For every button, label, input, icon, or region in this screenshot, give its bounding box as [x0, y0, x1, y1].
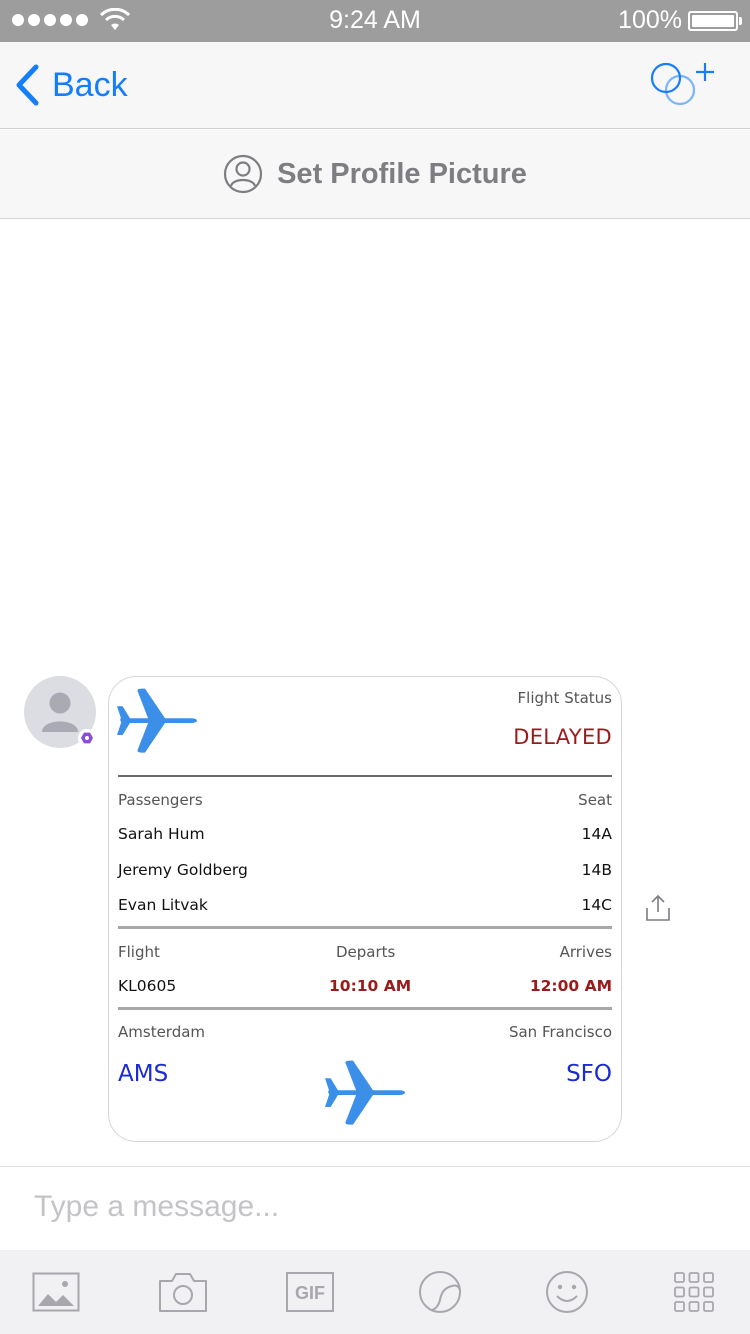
share-button[interactable] [645, 894, 671, 922]
battery-icon [688, 11, 742, 31]
message-composer [0, 1166, 750, 1250]
bot-badge-icon [78, 729, 96, 747]
passenger-name: Jeremy Goldberg [118, 861, 248, 879]
passengers-header: Passengers [118, 791, 203, 809]
origin-city: Amsterdam [118, 1023, 206, 1041]
seat-header: Seat [578, 791, 612, 809]
camera-button[interactable] [158, 1271, 208, 1313]
gif-button[interactable]: GIF [285, 1271, 335, 1313]
set-profile-picture-label: Set Profile Picture [277, 157, 527, 190]
nav-bar: Back [0, 42, 750, 129]
camera-icon [159, 1273, 207, 1312]
composer-toolbar: GIF [0, 1250, 750, 1334]
apps-button[interactable] [669, 1271, 719, 1313]
back-button[interactable]: Back [14, 62, 128, 108]
sticker-icon [419, 1270, 461, 1313]
flight-status-value: DELAYED [513, 725, 612, 749]
back-label: Back [52, 65, 128, 104]
set-profile-picture-button[interactable]: Set Profile Picture [223, 154, 527, 194]
origin-code: AMS [118, 1061, 169, 1087]
passenger-seat: 14A [581, 825, 612, 843]
message-input[interactable] [34, 1185, 714, 1229]
destination-code: SFO [566, 1061, 612, 1087]
departure-time: 10:10 AM [329, 977, 412, 995]
gif-label: GIF [295, 1283, 325, 1303]
passenger-name: Evan Litvak [118, 896, 208, 914]
flight-number: KL0605 [118, 977, 177, 995]
flight-status-label: Flight Status [517, 689, 612, 707]
flight-status-card[interactable]: Flight Status DELAYED Passengers Seat Sa… [108, 676, 622, 1142]
divider [118, 1007, 612, 1010]
share-icon [646, 894, 670, 921]
airplane-icon [117, 688, 197, 753]
profile-icon [223, 154, 263, 194]
battery-percent: 100% [618, 6, 682, 34]
arrives-header: Arrives [559, 943, 612, 961]
emoji-icon [546, 1271, 588, 1313]
gif-icon: GIF [286, 1272, 334, 1312]
status-bar: 9:24 AM 100% [0, 0, 750, 42]
passenger-seat: 14B [581, 861, 612, 879]
passenger-seat: 14C [581, 896, 612, 914]
set-profile-picture-bar: Set Profile Picture [0, 130, 750, 219]
apps-grid-icon [674, 1272, 714, 1312]
flight-header: Flight [118, 943, 160, 961]
passenger-name: Sarah Hum [118, 825, 205, 843]
sticker-button[interactable] [415, 1270, 465, 1313]
departs-header: Departs [336, 943, 396, 961]
divider [118, 926, 612, 929]
emoji-button[interactable] [542, 1271, 592, 1313]
add-people-button[interactable] [650, 60, 720, 110]
photo-button[interactable] [31, 1271, 81, 1313]
arrival-time: 12:00 AM [529, 977, 612, 995]
divider [118, 775, 612, 777]
airplane-icon [325, 1060, 405, 1125]
photo-icon [32, 1272, 80, 1312]
chevron-left-icon [16, 64, 39, 106]
add-people-icon [650, 62, 714, 106]
destination-city: San Francisco [508, 1023, 612, 1041]
